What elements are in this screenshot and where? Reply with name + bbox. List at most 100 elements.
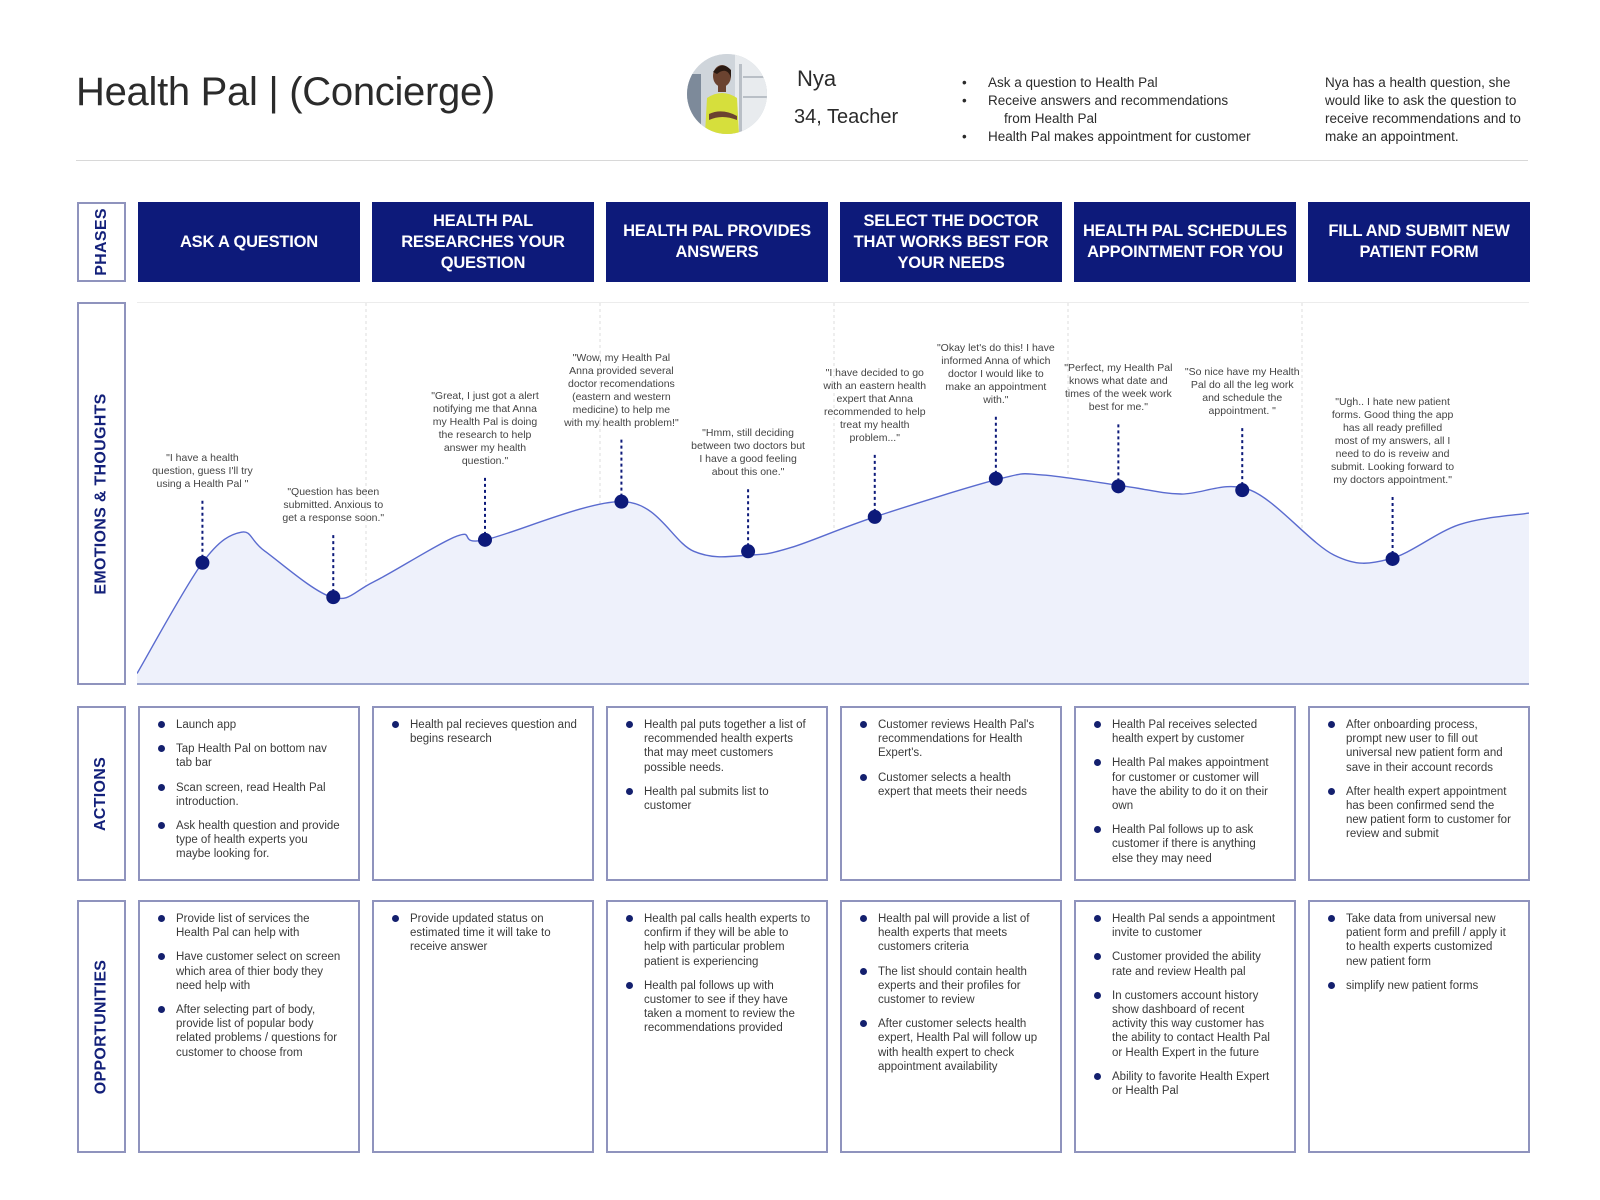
action-list: Health pal puts together a list of recom… (626, 718, 812, 813)
persona-subtitle: 34, Teacher (794, 106, 899, 128)
bullet-icon (158, 1006, 165, 1014)
action-cell: Health pal puts together a list of recom… (606, 706, 828, 881)
opportunity-list: Health pal will provide a list of health… (860, 912, 1046, 1074)
persona-name: Nya (797, 66, 837, 91)
opportunity-item: simplify new patient forms (1328, 979, 1514, 993)
opportunity-item: Ability to favorite Health Expert or Hea… (1094, 1070, 1280, 1098)
emotion-point (195, 555, 210, 570)
action-text: Health Pal follows up to ask customer if… (1112, 824, 1256, 865)
bullet-icon: • (962, 75, 967, 90)
bullet-icon (158, 915, 165, 922)
persona-scenario: Nya has a health question, she would lik… (1325, 75, 1521, 144)
action-cell: Health Pal receives selected health expe… (1074, 706, 1296, 881)
action-text: After health expert appointment has been… (1346, 785, 1511, 841)
opportunity-text: Have customer select on screen which are… (176, 951, 341, 992)
emotion-quote: "Great, I just got a alert notifying me … (431, 389, 539, 467)
opportunity-item: Provide list of services the Health Pal … (158, 912, 344, 940)
goal-text: Receive answers and recommendations (988, 93, 1229, 108)
emotion-quote: "Okay let's do this! I have informed Ann… (936, 341, 1055, 406)
bullet-icon (392, 915, 399, 922)
emotion-quote: "Question has been submitted. Anxious to… (282, 486, 385, 525)
emotion-point (1235, 483, 1250, 498)
bullet-icon (1328, 981, 1335, 989)
action-text: Customer selects a health expert that me… (878, 771, 1027, 798)
bullet-icon (626, 915, 633, 922)
action-item: Customer reviews Health Pal's recommenda… (860, 718, 1046, 761)
opportunity-cell: Take data from universal new patient for… (1308, 900, 1530, 1153)
bullet-icon (158, 745, 165, 753)
row-label-emotions: EMOTIONS & THOUGHTS (77, 302, 126, 685)
opportunity-item: Have customer select on screen which are… (158, 950, 344, 993)
bullet-icon (860, 773, 867, 781)
opportunity-text: After selecting part of body, provide li… (176, 1004, 338, 1059)
row-label-actions: ACTIONS (77, 706, 126, 881)
action-item: Health Pal receives selected health expe… (1094, 718, 1280, 746)
bullet-icon (1094, 953, 1101, 961)
emotion-point (741, 544, 756, 559)
opportunity-text: After customer selects health expert, He… (878, 1018, 1038, 1073)
bullet-icon (1094, 915, 1101, 922)
opportunity-item: In customers account history show dashbo… (1094, 989, 1280, 1060)
opportunity-list: Take data from universal new patient for… (1328, 912, 1514, 993)
bullet-icon (158, 953, 165, 961)
action-list: Customer reviews Health Pal's recommenda… (860, 718, 1046, 799)
emotion-point (867, 509, 882, 524)
goal-text: Health Pal makes appointment for custome… (988, 129, 1251, 144)
opportunity-cell: Health pal calls health experts to confi… (606, 900, 828, 1153)
bullet-icon (626, 981, 633, 989)
action-item: Health Pal makes appointment for custome… (1094, 756, 1280, 813)
emotion-quote: "I have a health question, guess I'll tr… (152, 451, 253, 490)
action-text: Scan screen, read Health Pal introductio… (176, 781, 326, 808)
phase-researches-question: HEALTH PAL RESEARCHES YOUR QUESTION (372, 202, 594, 282)
action-item: Health pal recieves question and begins … (392, 718, 578, 746)
emotion-quote: "Ugh.. I hate new patient forms. Good th… (1331, 395, 1455, 486)
opportunity-item: After selecting part of body, provide li… (158, 1003, 344, 1060)
opportunity-text: In customers account history show dashbo… (1112, 989, 1270, 1059)
opportunity-cell: Health Pal sends a appointment invite to… (1074, 900, 1296, 1153)
action-text: Health pal recieves question and begins … (410, 719, 577, 746)
action-list: Launch app Tap Health Pal on bottom nav t… (158, 718, 344, 862)
goal-item: • Receive answers and recommendations (962, 92, 1251, 110)
emotion-point (478, 532, 492, 547)
action-item: Health pal submits list to customer (626, 785, 812, 813)
opportunity-item: Customer provided the ability rate and r… (1094, 950, 1280, 978)
action-text: Health pal submits list to customer (644, 785, 769, 813)
action-text: Launch app (176, 719, 237, 731)
persona-avatar (687, 54, 767, 134)
emotion-quote: "Perfect, my Health Pal knows what date … (1064, 362, 1173, 414)
phase-provides-answers: HEALTH PAL PROVIDES ANSWERS (606, 202, 828, 282)
action-text: Health pal puts together a list of recom… (644, 719, 806, 774)
action-item: Customer selects a health expert that me… (860, 771, 1046, 799)
opportunity-item: Health pal will provide a list of health… (860, 912, 1046, 955)
opportunity-item: Provide updated status on estimated time… (392, 912, 578, 955)
action-item: Health pal puts together a list of recom… (626, 718, 812, 775)
goal-text: Ask a question to Health Pal (988, 75, 1158, 90)
action-cell: Health pal recieves question and begins … (372, 706, 594, 881)
bullet-icon (626, 787, 633, 795)
action-text: Customer reviews Health Pal's recommenda… (878, 719, 1035, 760)
persona-photo-icon (687, 54, 767, 134)
row-label-text: EMOTIONS & THOUGHTS (92, 392, 110, 595)
opportunity-cell: Provide list of services the Health Pal … (138, 900, 360, 1153)
opportunity-item: Health Pal sends a appointment invite to… (1094, 912, 1280, 940)
bullet-icon: • (962, 93, 967, 108)
action-text: Health Pal receives selected health expe… (1112, 719, 1258, 746)
emotion-point (1385, 551, 1400, 566)
emotion-chart: "I have a health question, guess I'll tr… (137, 302, 1529, 685)
bullet-icon (1328, 915, 1335, 922)
bullet-icon (1328, 787, 1335, 795)
opportunity-text: Take data from universal new patient for… (1346, 913, 1506, 968)
phase-select-doctor: SELECT THE DOCTOR THAT WORKS BEST FOR YO… (840, 202, 1062, 282)
opportunity-text: Ability to favorite Health Expert or Hea… (1112, 1070, 1270, 1098)
row-label-opportunities: OPPORTUNITIES (77, 900, 126, 1153)
opportunity-item: Health pal calls health experts to confi… (626, 912, 812, 969)
header-divider (76, 160, 1528, 161)
action-list: Health pal recieves question and begins … (392, 718, 578, 746)
emotion-quote: "So nice have my Health Pal do all the l… (1184, 366, 1300, 418)
phase-fill-submit-form: FILL AND SUBMIT NEW PATIENT FORM (1308, 202, 1530, 282)
goal-item: • Health Pal makes appointment for custo… (962, 128, 1251, 146)
opportunity-text: Health pal will provide a list of health… (878, 913, 1030, 954)
emotion-point (614, 494, 629, 509)
action-cell: After onboarding process, prompt new use… (1308, 706, 1530, 881)
action-text: Ask health question and provide type of … (176, 820, 340, 861)
